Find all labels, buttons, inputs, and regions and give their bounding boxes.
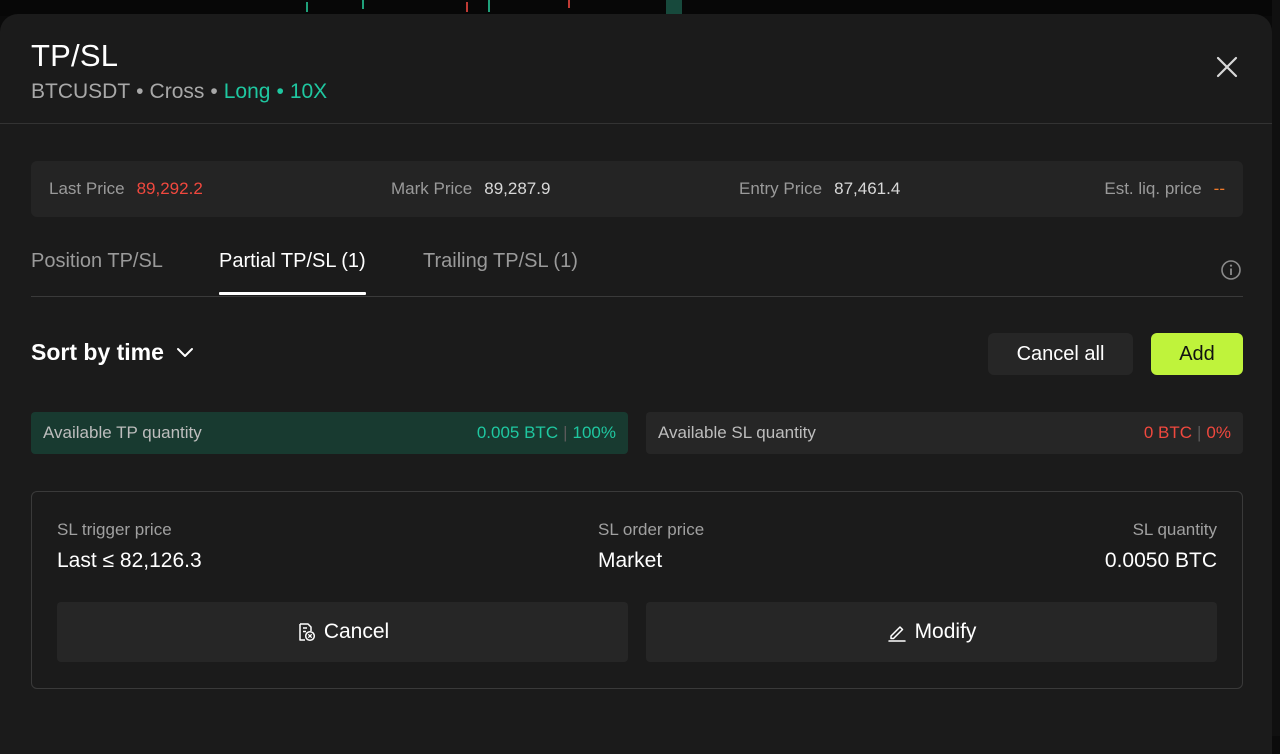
last-price-value: 89,292.2 <box>136 179 203 198</box>
edit-icon <box>887 626 906 642</box>
liq-price-label: Est. liq. price <box>1104 179 1202 198</box>
separator: • <box>136 80 144 103</box>
entry-price-label: Entry Price <box>739 179 823 198</box>
info-icon[interactable] <box>1220 259 1242 281</box>
modal-title: TP/SL <box>31 38 119 73</box>
sort-dropdown[interactable]: Sort by time <box>31 339 194 366</box>
tp-quantity-values: 0.005 BTC | 100% <box>477 423 616 443</box>
tab-position-tpsl[interactable]: Position TP/SL <box>31 250 163 294</box>
tp-quantity-percent: 100% <box>572 423 616 442</box>
cancel-all-button[interactable]: Cancel all <box>988 333 1133 375</box>
tpsl-tabs: Position TP/SL Partial TP/SL (1) Trailin… <box>31 246 1243 297</box>
sl-quantity-field-label: SL quantity <box>1132 520 1217 539</box>
sl-order-price-label: SL order price <box>598 520 705 539</box>
separator: • <box>210 80 218 103</box>
position-summary: BTCUSDT • Cross • Long • 10X <box>31 80 327 104</box>
tab-partial-tpsl[interactable]: Partial TP/SL (1) <box>219 250 366 295</box>
close-icon <box>1216 56 1238 78</box>
liq-price-item: Est. liq. price -- <box>1104 161 1225 217</box>
last-price-item: Last Price 89,292.2 <box>49 161 203 217</box>
divider: | <box>563 423 568 442</box>
cancel-order-label: Cancel <box>323 620 390 643</box>
cancel-order-button[interactable]: Cancel <box>57 602 628 662</box>
background-candle <box>466 2 468 12</box>
add-button[interactable]: Add <box>1151 333 1243 375</box>
close-button[interactable] <box>1207 54 1247 80</box>
sort-label: Sort by time <box>31 339 164 365</box>
background-candle <box>568 0 570 8</box>
last-price-label: Last Price <box>49 179 125 198</box>
background-candle <box>362 0 364 9</box>
cancel-order-icon <box>299 623 315 642</box>
background-right-edge <box>1272 0 1280 736</box>
tp-quantity-amount: 0.005 BTC <box>476 423 559 442</box>
tpsl-modal: TP/SL BTCUSDT • Cross • Long • 10X Last Price … <box>0 14 1272 754</box>
side-label: Long <box>223 80 271 103</box>
modify-order-label: Modify <box>914 620 977 643</box>
separator: • <box>276 80 284 103</box>
tab-trailing-tpsl[interactable]: Trailing TP/SL (1) <box>423 250 578 294</box>
divider: | <box>1197 423 1202 442</box>
background-candle <box>306 2 308 12</box>
symbol-label: BTCUSDT <box>31 80 131 103</box>
margin-mode-label: Cross <box>149 80 205 103</box>
sl-order-price-value: Market <box>598 549 663 572</box>
mark-price-label: Mark Price <box>391 179 473 198</box>
sl-trigger-price-label: SL trigger price <box>57 520 172 539</box>
sl-quantity-amount: 0 BTC <box>1143 423 1192 442</box>
sl-trigger-price-value: Last ≤ 82,126.3 <box>57 549 202 572</box>
header-divider <box>0 123 1272 124</box>
liq-price-value: -- <box>1213 179 1225 198</box>
tp-quantity-label: Available TP quantity <box>43 423 202 442</box>
leverage-label: 10X <box>289 80 328 103</box>
entry-price-value: 87,461.4 <box>834 179 901 198</box>
sl-order-card: SL trigger price Last ≤ 82,126.3 SL orde… <box>31 491 1243 689</box>
sl-quantity-field-value: 0.0050 BTC <box>1104 549 1217 572</box>
available-tp-quantity: Available TP quantity 0.005 BTC | 100% <box>31 412 628 454</box>
mark-price-item: Mark Price 89,287.9 <box>391 161 550 217</box>
mark-price-value: 89,287.9 <box>484 179 551 198</box>
sl-quantity-label: Available SL quantity <box>658 423 816 442</box>
sl-quantity-values: 0 BTC | 0% <box>1144 423 1231 443</box>
background-badge <box>666 0 682 14</box>
entry-price-item: Entry Price 87,461.4 <box>739 161 900 217</box>
price-summary-bar: Last Price 89,292.2 Mark Price 89,287.9 … <box>31 161 1243 217</box>
chevron-down-icon <box>176 347 193 357</box>
modify-order-button[interactable]: Modify <box>646 602 1217 662</box>
available-sl-quantity: Available SL quantity 0 BTC | 0% <box>646 412 1243 454</box>
sl-quantity-percent: 0% <box>1206 423 1231 442</box>
background-candle <box>488 0 490 12</box>
